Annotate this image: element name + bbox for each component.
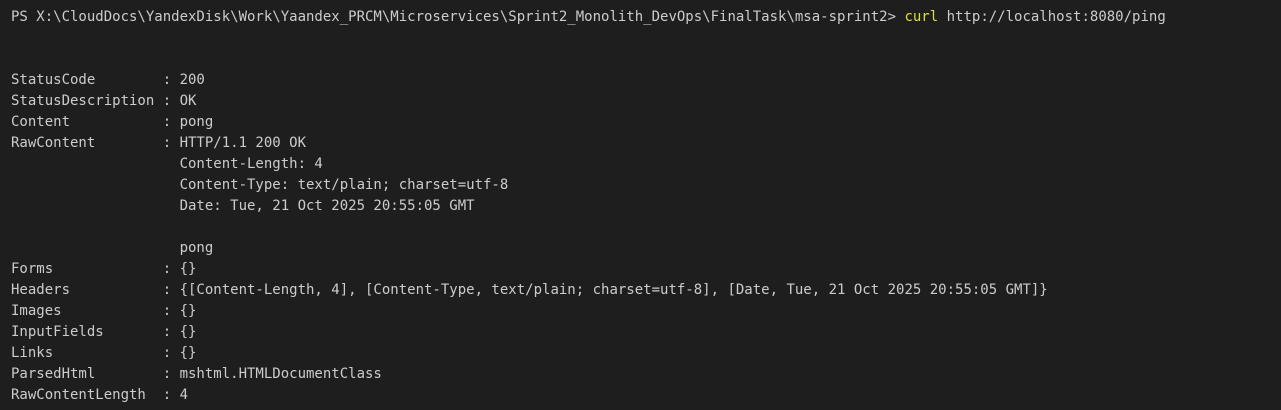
prompt-path: PS X:\CloudDocs\YandexDisk\Work\Yaandex_… bbox=[11, 9, 905, 25]
command-output: StatusCode : 200 StatusDescription : OK … bbox=[11, 70, 1281, 406]
output-line: StatusDescription : OK bbox=[11, 93, 197, 109]
command-args: http://localhost:8080/ping bbox=[938, 9, 1166, 25]
output-line: RawContentLength : 4 bbox=[11, 387, 189, 403]
output-line: RawContent : HTTP/1.1 200 OK bbox=[11, 135, 307, 151]
output-line: Content-Type: text/plain; charset=utf-8 bbox=[11, 177, 509, 193]
output-line: InputFields : {} bbox=[11, 324, 197, 340]
output-line: pong bbox=[11, 240, 214, 256]
output-line: ParsedHtml : mshtml.HTMLDocumentClass bbox=[11, 366, 382, 382]
output-line: Images : {} bbox=[11, 303, 197, 319]
prompt-line: PS X:\CloudDocs\YandexDisk\Work\Yaandex_… bbox=[11, 7, 1281, 28]
output-line: Content : pong bbox=[11, 114, 214, 130]
terminal-window[interactable]: PS X:\CloudDocs\YandexDisk\Work\Yaandex_… bbox=[0, 0, 1281, 410]
command-name: curl bbox=[904, 9, 939, 25]
output-line: Headers : {[Content-Length, 4], [Content… bbox=[11, 282, 1048, 298]
output-line: Content-Length: 4 bbox=[11, 156, 323, 172]
output-line: Links : {} bbox=[11, 345, 197, 361]
output-line: StatusCode : 200 bbox=[11, 72, 205, 88]
output-line: Date: Tue, 21 Oct 2025 20:55:05 GMT bbox=[11, 198, 475, 214]
output-line: Forms : {} bbox=[11, 261, 197, 277]
